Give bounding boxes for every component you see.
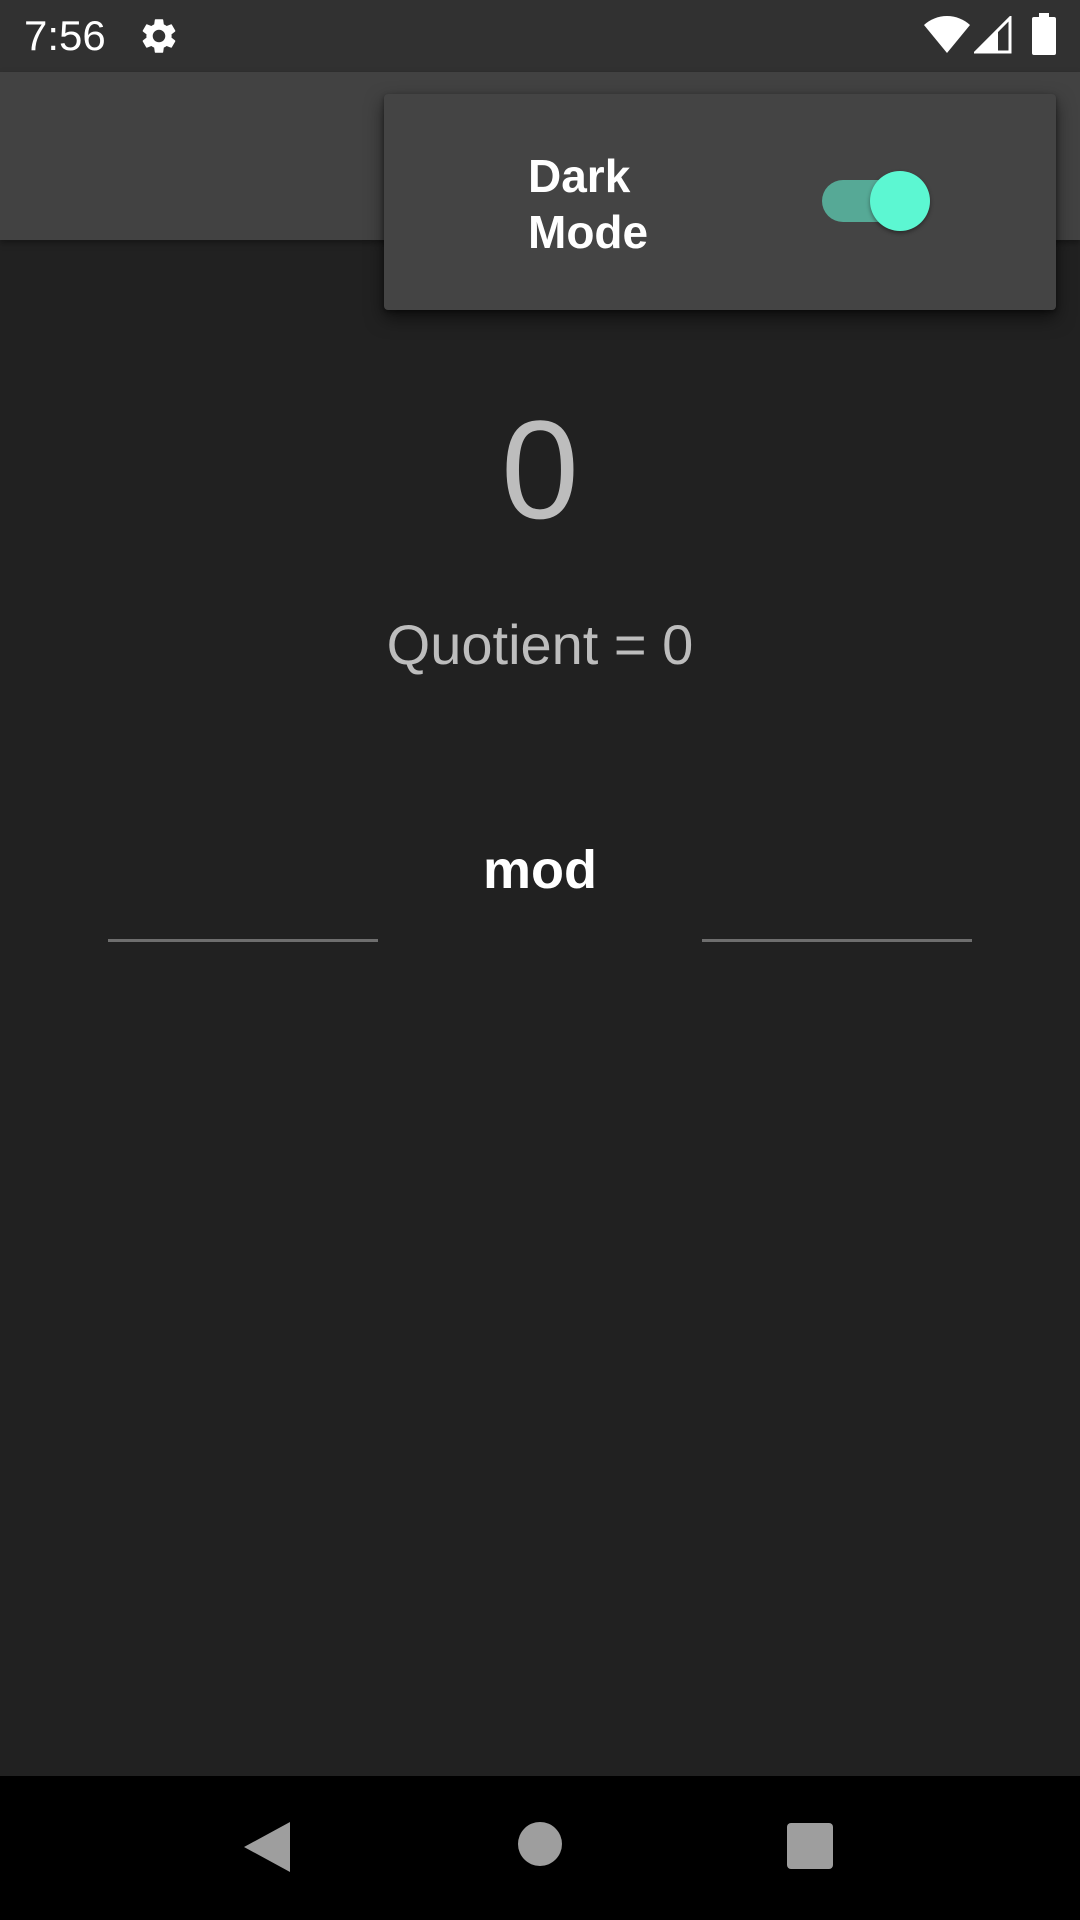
gear-icon <box>142 19 176 53</box>
result-display: 0 <box>501 391 579 548</box>
battery-icon <box>1032 13 1056 55</box>
back-icon[interactable] <box>244 1822 290 1872</box>
quotient-text: Quotient = 0 <box>386 613 694 676</box>
home-icon[interactable] <box>518 1822 562 1866</box>
navigation-bar <box>0 1776 1080 1920</box>
dark-mode-switch[interactable] <box>820 171 940 232</box>
recents-icon[interactable] <box>787 1823 833 1869</box>
status-time: 7:56 <box>24 12 106 59</box>
cell-signal-icon <box>974 16 1012 54</box>
app-screen: 7:56 Dark Mode 0 Quotient = 0 mod <box>0 0 1080 1920</box>
dark-mode-label: Dark Mode <box>528 150 649 258</box>
wifi-icon <box>924 16 970 53</box>
second-number-input[interactable] <box>702 880 972 942</box>
switch-thumb <box>870 171 930 231</box>
overflow-popup-menu: Dark Mode <box>384 94 1056 310</box>
status-bar: 7:56 <box>0 0 1080 72</box>
first-number-input[interactable] <box>108 880 378 942</box>
